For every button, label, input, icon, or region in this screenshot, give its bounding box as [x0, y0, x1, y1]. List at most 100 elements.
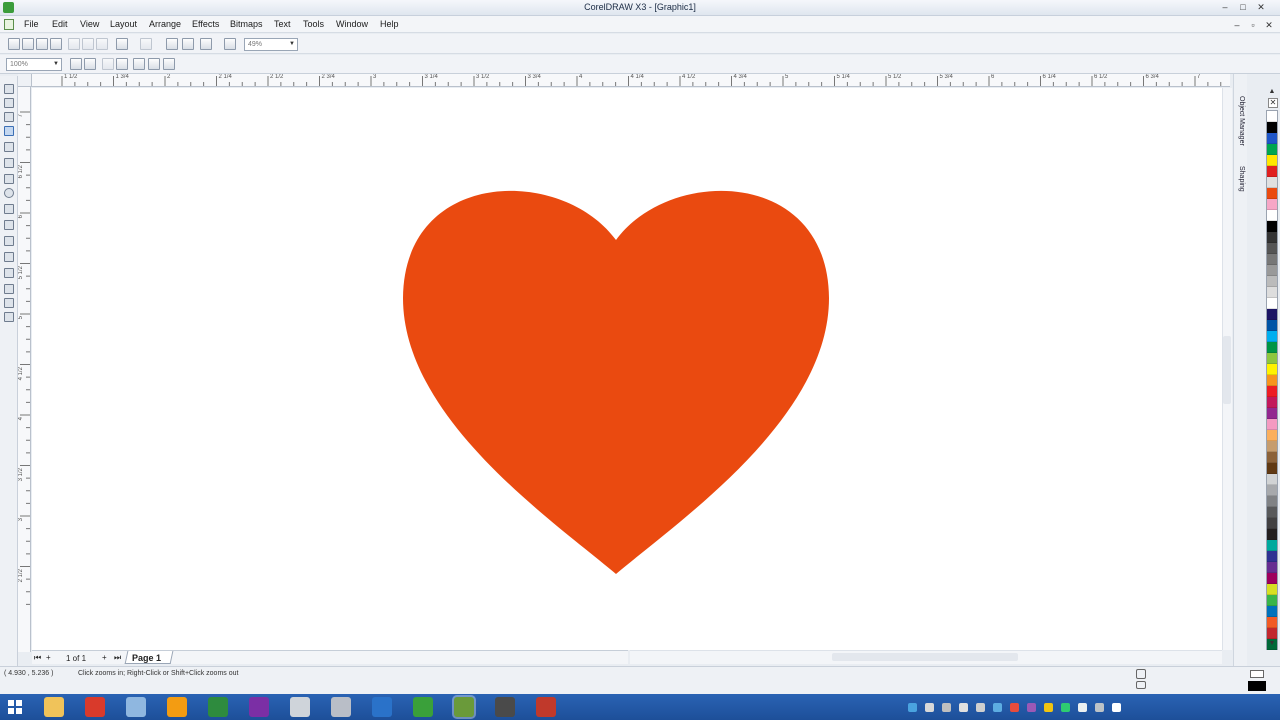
- horizontal-ruler[interactable]: 1 1/2 1 3/4 2 2 1/4 2 1/2 2 3/4 3 3 1/4 3 1/2 3 3…: [32, 74, 1230, 87]
- print-icon[interactable]: [50, 38, 62, 50]
- outline-color-swatch[interactable]: [1248, 681, 1266, 691]
- palette-swatch[interactable]: [1267, 155, 1277, 166]
- no-color-swatch[interactable]: ✕: [1268, 98, 1278, 108]
- undo-icon[interactable]: [116, 38, 128, 50]
- drawing-canvas[interactable]: [32, 88, 1222, 650]
- palette-swatch[interactable]: [1267, 463, 1277, 474]
- palette-swatch[interactable]: [1267, 529, 1277, 540]
- palette-swatch[interactable]: [1267, 287, 1277, 298]
- palette-swatch[interactable]: [1267, 562, 1277, 573]
- palette-swatch[interactable]: [1267, 133, 1277, 144]
- previous-page-icon[interactable]: +: [46, 653, 51, 662]
- tray-icon[interactable]: [1010, 703, 1019, 712]
- ellipse-tool-icon[interactable]: [4, 188, 14, 198]
- palette-swatch[interactable]: [1267, 342, 1277, 353]
- zoom-level-select[interactable]: 49% ▼: [244, 38, 298, 51]
- redo-icon[interactable]: [140, 38, 152, 50]
- zoom-page-height-icon[interactable]: [163, 58, 175, 70]
- page-tab-label[interactable]: Page 1: [132, 653, 161, 663]
- tray-icon[interactable]: [1078, 703, 1087, 712]
- palette-swatch[interactable]: [1267, 364, 1277, 375]
- car-icon[interactable]: [290, 697, 310, 717]
- outline-tool-icon[interactable]: [4, 284, 14, 294]
- palette-swatch[interactable]: [1267, 210, 1277, 221]
- docker-tab-object-manager[interactable]: Object Manager: [1235, 96, 1245, 146]
- folder-icon[interactable]: [126, 697, 146, 717]
- horizontal-scroll-thumb[interactable]: [832, 653, 1018, 661]
- vertical-scroll-thumb[interactable]: [1223, 336, 1231, 404]
- doc-restore-button[interactable]: ▫: [1246, 20, 1260, 30]
- import-icon[interactable]: [166, 38, 178, 50]
- ruler-origin[interactable]: [18, 74, 32, 87]
- palette-scroll-down-icon[interactable]: ▼: [1266, 640, 1278, 650]
- pick-tool-icon[interactable]: [4, 84, 14, 94]
- menu-effects[interactable]: Effects: [192, 19, 219, 29]
- palette-swatch[interactable]: [1267, 320, 1277, 331]
- cut-icon[interactable]: [68, 38, 80, 50]
- tools-icon[interactable]: [495, 697, 515, 717]
- palette-swatch[interactable]: [1267, 331, 1277, 342]
- palette-swatch[interactable]: [1267, 628, 1277, 639]
- freehand-tool-icon[interactable]: [4, 142, 14, 152]
- menu-text[interactable]: Text: [274, 19, 291, 29]
- palette-swatch[interactable]: [1267, 452, 1277, 463]
- palette-swatch[interactable]: [1267, 221, 1277, 232]
- menu-arrange[interactable]: Arrange: [149, 19, 181, 29]
- file-explorer-icon[interactable]: [44, 697, 64, 717]
- palette-swatch[interactable]: [1267, 111, 1277, 122]
- tray-icon[interactable]: [942, 703, 951, 712]
- zoom-out-icon[interactable]: [84, 58, 96, 70]
- menu-bitmaps[interactable]: Bitmaps: [230, 19, 263, 29]
- application-launcher-icon[interactable]: [200, 38, 212, 50]
- copy-icon[interactable]: [82, 38, 94, 50]
- tray-icon[interactable]: [1112, 703, 1121, 712]
- tray-icon[interactable]: [976, 703, 985, 712]
- palette-swatch[interactable]: [1267, 617, 1277, 628]
- document-icon[interactable]: [331, 697, 351, 717]
- palette-swatch[interactable]: [1267, 496, 1277, 507]
- palette-swatch[interactable]: [1267, 507, 1277, 518]
- palette-swatch[interactable]: [1267, 408, 1277, 419]
- doc-minimize-button[interactable]: –: [1230, 20, 1244, 30]
- minimize-button[interactable]: –: [1218, 2, 1232, 12]
- save-icon[interactable]: [36, 38, 48, 50]
- palette-swatch[interactable]: [1267, 265, 1277, 276]
- tray-icon[interactable]: [1044, 703, 1053, 712]
- first-page-icon[interactable]: ⏮: [34, 653, 41, 663]
- palette-swatch[interactable]: [1267, 177, 1277, 188]
- palette-swatch[interactable]: [1267, 474, 1277, 485]
- palette-swatch[interactable]: [1267, 254, 1277, 265]
- tray-icon[interactable]: [908, 703, 917, 712]
- basic-shapes-tool-icon[interactable]: [4, 220, 14, 230]
- palette-swatch[interactable]: [1267, 419, 1277, 430]
- tray-icon[interactable]: [1095, 703, 1104, 712]
- palette-swatch[interactable]: [1267, 353, 1277, 364]
- palette-swatch[interactable]: [1267, 232, 1277, 243]
- paint-icon[interactable]: [536, 697, 556, 717]
- tray-icon[interactable]: [993, 703, 1002, 712]
- zoom-in-icon[interactable]: [70, 58, 82, 70]
- palette-swatch[interactable]: [1267, 144, 1277, 155]
- palette-swatch[interactable]: [1267, 243, 1277, 254]
- docker-tab-shaping[interactable]: Shaping: [1235, 166, 1245, 192]
- palette-swatch[interactable]: [1267, 199, 1277, 210]
- text-tool-icon[interactable]: [4, 236, 14, 246]
- paste-icon[interactable]: [96, 38, 108, 50]
- zoom-page-width-icon[interactable]: [148, 58, 160, 70]
- palette-scroll-up-icon[interactable]: ▲: [1266, 88, 1278, 98]
- maximize-button[interactable]: □: [1236, 2, 1250, 12]
- smart-fill-tool-icon[interactable]: [4, 158, 14, 168]
- palette-swatch[interactable]: [1267, 122, 1277, 133]
- menu-help[interactable]: Help: [380, 19, 399, 29]
- start-icon[interactable]: [8, 700, 22, 714]
- zoom-levels-select[interactable]: 100% ▼: [6, 58, 62, 71]
- last-page-icon[interactable]: ⏭: [114, 653, 121, 663]
- tray-icon[interactable]: [959, 703, 968, 712]
- menu-file[interactable]: File: [24, 19, 39, 29]
- welcome-icon[interactable]: [224, 38, 236, 50]
- rectangle-tool-icon[interactable]: [4, 174, 14, 184]
- onenote-icon[interactable]: [249, 697, 269, 717]
- zoom-all-objects-icon[interactable]: [116, 58, 128, 70]
- fill-color-swatch[interactable]: [1250, 670, 1264, 678]
- shape-tool-icon[interactable]: [4, 98, 14, 108]
